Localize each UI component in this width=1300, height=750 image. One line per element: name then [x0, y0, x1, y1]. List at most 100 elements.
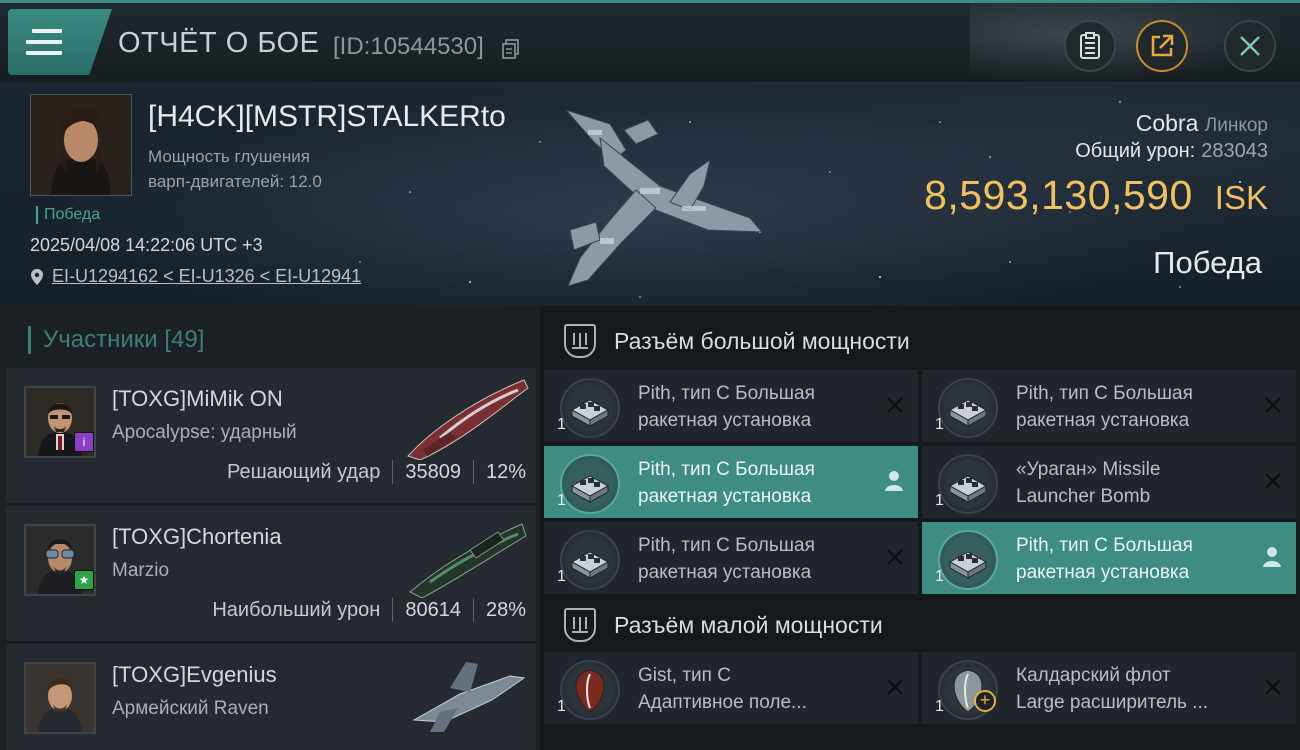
fitting-panel: Разъём большой мощности 1 Pith, тип C Бол…	[544, 306, 1300, 750]
section-title: Разъём большой мощности	[614, 327, 910, 354]
participant-ship: Армейский Raven	[112, 698, 269, 719]
module-card[interactable]: 1 Калдарский флот Large расширитель ... +	[922, 652, 1296, 724]
status-badge: Победа	[36, 206, 100, 224]
module-card[interactable]: 1 Gist, тип C Адаптивное поле...	[544, 652, 918, 724]
warp-jam-strength: Мощность глушения варп-двигателей: 12.0	[148, 147, 322, 191]
damage-percent: 28%	[485, 598, 526, 621]
low-slot-header: Разъём малой мощности	[544, 596, 1300, 654]
participant-ship: Marzio	[112, 560, 170, 581]
missile-launcher-icon	[938, 378, 998, 438]
module-name: Pith, тип C Большая ракетная установка	[1016, 535, 1193, 583]
participant-name[interactable]: [TOXG]Chortenia	[112, 524, 282, 550]
battle-id: [ID:10544530]	[333, 33, 484, 60]
module-quantity: 1	[935, 416, 944, 433]
participant-row[interactable]: i [TOXG]MiMik ON Apocalypse: ударный Реш…	[6, 368, 536, 504]
stat-label: Наибольший урон	[212, 598, 381, 621]
module-name: Pith, тип C Большая ракетная установка	[1016, 383, 1193, 431]
destroyed-x-icon	[887, 679, 903, 695]
menu-button[interactable]	[8, 9, 112, 75]
high-slot-icon	[564, 324, 596, 358]
top-bar: ОТЧЁТ О БОЕ [ID:10544530]	[0, 0, 1300, 82]
missile-launcher-icon	[560, 530, 620, 590]
module-name: Pith, тип C Большая ракетная установка	[638, 535, 815, 583]
destroyed-x-icon	[887, 549, 903, 565]
destroyed-x-icon	[887, 397, 903, 413]
battle-result: Победа	[1153, 245, 1262, 280]
isk-unit: ISK	[1214, 179, 1268, 216]
damage-percent: 12%	[485, 460, 526, 483]
location-pin-icon	[31, 268, 43, 285]
module-quantity: 1	[935, 568, 944, 585]
stat-label: Решающий удар	[226, 460, 381, 483]
module-quantity: 1	[935, 698, 944, 715]
module-quantity: 1	[935, 492, 944, 509]
low-slot-icon	[564, 608, 596, 642]
info-icon: i	[74, 432, 94, 452]
module-name: «Ураган» Missile Launcher Bomb	[1016, 459, 1161, 507]
module-card[interactable]: 1 Pith, тип C Большая ракетная установка	[544, 446, 918, 518]
copy-icon[interactable]	[502, 39, 520, 59]
location-link[interactable]: EI-U1294162 < EI-U1326 < EI-U12941	[30, 266, 361, 287]
plus-badge-icon: +	[974, 690, 996, 712]
victim-name[interactable]: [H4CK][MSTR]STALKERto	[148, 100, 506, 134]
close-icon	[1240, 36, 1260, 56]
module-card[interactable]: 1 Pith, тип C Большая ракетная установка	[922, 370, 1296, 442]
participant-name[interactable]: [TOXG]Evgenius	[112, 662, 277, 688]
module-quantity: 1	[557, 568, 566, 585]
module-quantity: 1	[557, 698, 566, 715]
participant-row[interactable]: ★ [TOXG]Chortenia Marzio Наибольший урон…	[6, 506, 536, 642]
share-icon	[1151, 34, 1174, 57]
star-icon: ★	[74, 570, 94, 590]
ship-class: Линкор	[1204, 115, 1268, 136]
participant-ship-image	[407, 379, 529, 460]
module-card[interactable]: 1 Pith, тип C Большая ракетная установка	[544, 370, 918, 442]
module-name: Gist, тип C Адаптивное поле...	[638, 665, 807, 713]
module-card[interactable]: 1 Pith, тип C Большая ракетная установка	[544, 522, 918, 594]
user-icon[interactable]	[1262, 546, 1282, 568]
victim-avatar[interactable]	[30, 94, 132, 196]
damage-value: 80614	[405, 598, 461, 621]
destroyed-x-icon	[1265, 679, 1281, 695]
victim-summary: [H4CK][MSTR]STALKERto Мощность глушения …	[0, 82, 1300, 306]
page-title: ОТЧЁТ О БОЕ	[118, 27, 320, 59]
participant-ship-image	[412, 662, 526, 732]
module-name: Pith, тип C Большая ракетная установка	[638, 459, 815, 507]
module-card[interactable]: 1 «Ураган» Missile Launcher Bomb	[922, 446, 1296, 518]
user-icon[interactable]	[884, 470, 904, 492]
battle-timestamp: 2025/04/08 14:22:06 UTC +3	[30, 235, 263, 255]
participants-header[interactable]: Участники [49]	[28, 326, 204, 354]
missile-launcher-icon	[560, 454, 620, 514]
participant-ship-image	[409, 523, 527, 598]
shield-module-icon	[560, 660, 620, 720]
participant-row[interactable]: [TOXG]Evgenius Армейский Raven	[6, 644, 536, 750]
participant-name[interactable]: [TOXG]MiMik ON	[112, 386, 283, 412]
isk-loss: 8,593,130,590 ISK	[924, 172, 1268, 219]
destroyed-x-icon	[1265, 397, 1281, 413]
high-slot-header: Разъём большой мощности	[544, 312, 1300, 370]
module-quantity: 1	[557, 416, 566, 433]
destroyed-x-icon	[1265, 473, 1281, 489]
victim-ship-image	[564, 108, 764, 287]
clipboard-button[interactable]	[1064, 20, 1116, 72]
missile-launcher-icon	[938, 454, 998, 514]
module-card[interactable]: 1 Pith, тип C Большая ракетная установка	[922, 522, 1296, 594]
hamburger-icon	[26, 29, 62, 55]
missile-launcher-icon	[560, 378, 620, 438]
total-damage: Общий урон: 283043	[1075, 140, 1268, 162]
module-name: Калдарский флот Large расширитель ...	[1016, 665, 1209, 713]
ship-name[interactable]: Cobra	[1136, 110, 1199, 136]
missile-launcher-icon	[938, 530, 998, 590]
participants-panel: Участники [49] i [TOXG]MiMik ON Apocalyp…	[0, 306, 540, 750]
share-button[interactable]	[1136, 20, 1188, 72]
close-button[interactable]	[1224, 20, 1276, 72]
clipboard-icon	[1080, 32, 1100, 59]
section-title: Разъём малой мощности	[614, 611, 883, 638]
module-name: Pith, тип C Большая ракетная установка	[638, 383, 815, 431]
module-quantity: 1	[557, 492, 566, 509]
participant-stats: Решающий удар 35809 12%	[227, 460, 526, 484]
avatar	[24, 662, 96, 734]
participant-stats: Наибольший урон 80614 28%	[212, 598, 526, 622]
damage-value: 35809	[405, 460, 461, 483]
isk-value: 8,593,130,590	[924, 172, 1193, 218]
participant-ship: Apocalypse: ударный	[112, 422, 297, 443]
